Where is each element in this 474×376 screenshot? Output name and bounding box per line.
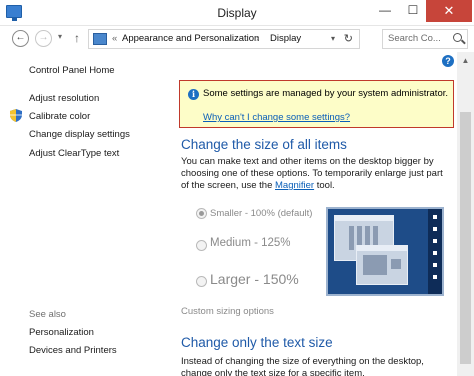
- radio-smaller[interactable]: [196, 208, 207, 219]
- change-display-settings-link[interactable]: Change display settings: [29, 129, 130, 140]
- info-icon: i: [188, 89, 199, 100]
- search-placeholder: Search Co...: [388, 33, 441, 44]
- up-arrow-icon[interactable]: ↑: [74, 31, 80, 45]
- radio-medium[interactable]: [196, 240, 207, 251]
- search-box[interactable]: Search Co...: [382, 29, 468, 49]
- preview-window-front: [356, 245, 408, 285]
- radio-medium-label[interactable]: Medium - 125%: [210, 237, 291, 249]
- radio-smaller-label[interactable]: Smaller - 100% (default): [210, 208, 312, 219]
- breadcrumb-appearance-personalization[interactable]: Appearance and Personalization: [122, 33, 259, 44]
- adjust-resolution-link[interactable]: Adjust resolution: [29, 93, 99, 104]
- magnifier-link[interactable]: Magnifier: [275, 180, 314, 191]
- size-description-tail: tool.: [314, 180, 335, 191]
- calibrate-color-link[interactable]: Calibrate color: [29, 111, 90, 122]
- text-size-section-description: Instead of changing the size of everythi…: [181, 356, 424, 376]
- scroll-up-icon[interactable]: ▲: [457, 52, 474, 69]
- radio-larger-label[interactable]: Larger - 150%: [210, 271, 299, 287]
- text-size-section-heading: Change only the text size: [181, 335, 333, 350]
- adjust-cleartype-link[interactable]: Adjust ClearType text: [29, 148, 119, 159]
- forward-arrow-icon[interactable]: →: [35, 30, 52, 47]
- display-preview-image: [326, 207, 444, 296]
- custom-sizing-link[interactable]: Custom sizing options: [181, 306, 274, 317]
- refresh-icon[interactable]: ↻: [344, 32, 353, 45]
- breadcrumb-overflow-icon[interactable]: «: [112, 33, 117, 44]
- maximize-button[interactable]: ☐: [400, 0, 426, 22]
- size-section-description: You can make text and other items on the…: [181, 156, 453, 192]
- minimize-button[interactable]: —: [372, 0, 398, 22]
- notice-text: Some settings are managed by your system…: [203, 88, 449, 99]
- why-cant-i-change-link[interactable]: Why can't I change some settings?: [203, 112, 350, 123]
- control-panel-home-link[interactable]: Control Panel Home: [29, 65, 115, 76]
- breadcrumb-display[interactable]: Display: [270, 33, 301, 44]
- scroll-thumb[interactable]: [460, 112, 471, 364]
- help-icon[interactable]: ?: [442, 55, 454, 67]
- see-also-heading: See also: [29, 309, 66, 320]
- recent-locations-chevron-icon[interactable]: ▾: [58, 32, 62, 41]
- vertical-scrollbar[interactable]: ▲: [457, 52, 474, 376]
- search-icon[interactable]: [453, 33, 462, 42]
- preview-sidebar: [428, 209, 442, 294]
- breadcrumb-separator-icon[interactable]: ›: [256, 33, 259, 44]
- admin-notice: i Some settings are managed by your syst…: [179, 80, 454, 128]
- devices-and-printers-link[interactable]: Devices and Printers: [29, 345, 117, 356]
- personalization-link[interactable]: Personalization: [29, 327, 94, 338]
- navigation-bar: ← → ▾ ↑ « Appearance and Personalization…: [0, 27, 474, 51]
- address-dropdown-icon[interactable]: ▾: [331, 34, 335, 43]
- back-arrow-icon[interactable]: ←: [12, 30, 29, 47]
- title-bar: Display — ☐ ✕: [0, 0, 474, 26]
- radio-larger[interactable]: [196, 276, 207, 287]
- address-bar[interactable]: « Appearance and Personalization › Displ…: [88, 29, 360, 49]
- close-button[interactable]: ✕: [426, 0, 472, 22]
- uac-shield-icon: [10, 109, 22, 122]
- control-panel-icon: [93, 33, 107, 45]
- size-section-heading: Change the size of all items: [181, 137, 347, 152]
